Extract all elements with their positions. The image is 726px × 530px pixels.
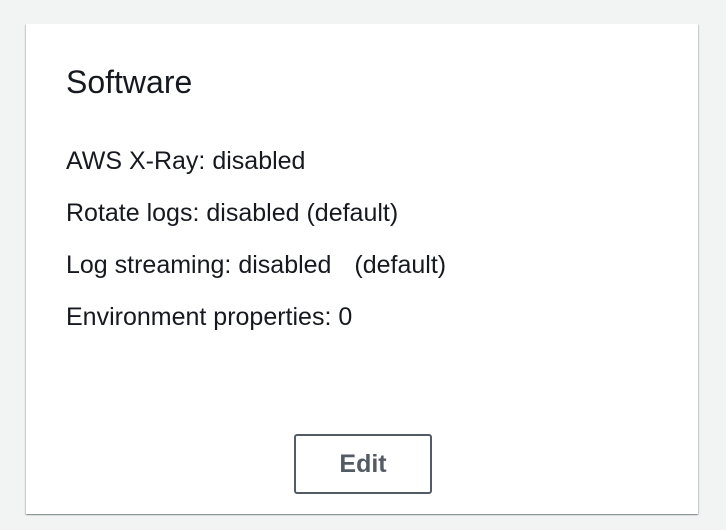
property-label: AWS X-Ray:: [66, 147, 206, 175]
property-value: 0: [338, 303, 353, 331]
property-note: (default): [306, 199, 399, 227]
property-log-streaming: Log streaming: disabled (default): [66, 248, 446, 282]
property-label: Log streaming:: [66, 251, 232, 279]
property-list: AWS X-Ray: disabled Rotate logs: disable…: [66, 144, 446, 352]
property-aws-xray: AWS X-Ray: disabled: [66, 144, 446, 178]
property-environment-properties: Environment properties: 0: [66, 300, 446, 334]
property-note: (default): [354, 251, 447, 279]
property-value: disabled: [238, 251, 332, 279]
card-title: Software: [66, 64, 193, 100]
property-label: Rotate logs:: [66, 199, 200, 227]
property-value: disabled: [206, 199, 300, 227]
software-card: Software AWS X-Ray: disabled Rotate logs…: [26, 24, 698, 514]
edit-button[interactable]: Edit: [294, 434, 432, 494]
property-value: disabled: [212, 147, 306, 175]
property-rotate-logs: Rotate logs: disabled (default): [66, 196, 446, 230]
property-label: Environment properties:: [66, 303, 332, 331]
